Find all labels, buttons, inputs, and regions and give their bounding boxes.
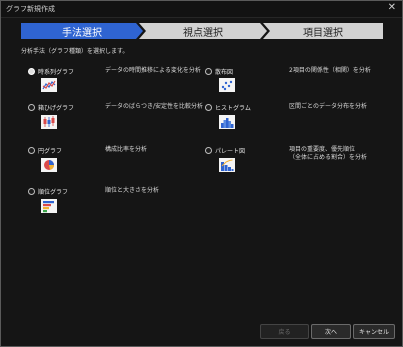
- option-label: 箱ひげグラフ: [38, 105, 75, 112]
- option-ranking[interactable]: 順位グラフ: [28, 187, 68, 196]
- radio-ranking[interactable]: [28, 188, 35, 195]
- cancel-button[interactable]: キャンセル: [353, 324, 395, 339]
- histogram-icon: [219, 115, 235, 129]
- radio-pareto[interactable]: [205, 147, 212, 154]
- option-label: パレート図: [215, 148, 246, 155]
- wizard-steps: 手法選択 視点選択 項目選択: [21, 23, 383, 39]
- option-label: 時系列グラフ: [38, 69, 75, 76]
- option-description: データの時間推移による変化を分析: [105, 67, 201, 74]
- instruction-text: 分析手法（グラフ種類）を選択します。: [21, 48, 129, 55]
- option-time-series[interactable]: 時系列グラフ: [28, 67, 74, 76]
- radio-time-series[interactable]: [28, 68, 35, 75]
- option-pie[interactable]: 円グラフ: [28, 146, 62, 155]
- option-label: 散布図: [215, 69, 234, 76]
- radio-pie[interactable]: [28, 147, 35, 154]
- option-description: データのばらつき/安定性を比較分析: [105, 103, 204, 110]
- description-line-1: 項目の重要度、優先順位: [289, 146, 356, 153]
- ranking-chart-icon: [41, 199, 57, 213]
- radio-scatter[interactable]: [205, 68, 212, 75]
- radio-box-plot[interactable]: [28, 104, 35, 111]
- option-label: 円グラフ: [38, 148, 63, 155]
- pareto-chart-icon: [219, 158, 235, 172]
- pie-chart-icon: [41, 158, 57, 172]
- step-method-select: 手法選択: [21, 23, 143, 39]
- option-description: 2項目の関係性（相関）を分析: [289, 67, 371, 74]
- option-box-plot[interactable]: 箱ひげグラフ: [28, 103, 74, 112]
- scatter-chart-icon: [219, 78, 235, 92]
- option-description: 構成比率を分析: [105, 146, 148, 153]
- radio-histogram[interactable]: [205, 104, 212, 111]
- option-histogram[interactable]: ヒストグラム: [205, 103, 251, 112]
- box-plot-icon: [41, 115, 57, 129]
- option-scatter[interactable]: 散布図: [205, 67, 233, 76]
- option-label: 順位グラフ: [38, 189, 69, 196]
- back-button[interactable]: 戻る: [260, 324, 309, 339]
- step-item-select: 項目選択: [263, 23, 383, 39]
- window-title: グラフ新規作成: [6, 5, 55, 13]
- description-line-2: （全体に占める割合）を分析: [289, 154, 368, 161]
- option-pareto[interactable]: パレート図: [205, 146, 245, 155]
- step-viewpoint-select: 視点選択: [139, 23, 267, 39]
- option-description: 項目の重要度、優先順位 （全体に占める割合）を分析: [289, 146, 367, 162]
- option-label: ヒストグラム: [215, 105, 251, 112]
- next-button[interactable]: 次へ: [311, 324, 351, 339]
- line-chart-icon: [41, 78, 57, 92]
- dialog-window: グラフ新規作成 ✕ 手法選択 視点選択 項目選択 分析手法（グラフ種類）を選択し…: [0, 0, 403, 347]
- close-icon[interactable]: ✕: [388, 2, 396, 14]
- option-description: 順位と大きさを分析: [105, 187, 160, 194]
- option-description: 区間ごとのデータ分布を分析: [289, 103, 367, 110]
- title-bar: グラフ新規作成 ✕: [1, 1, 402, 18]
